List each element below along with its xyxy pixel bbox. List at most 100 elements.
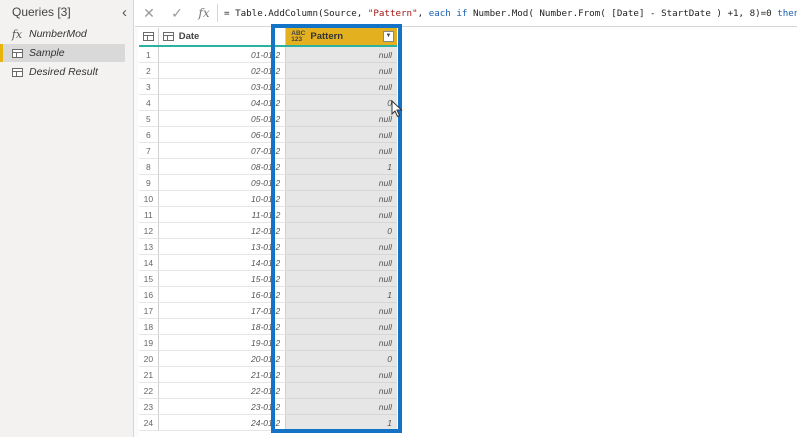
table-row[interactable]: 7 07-01-2 null <box>139 143 397 159</box>
date-cell[interactable]: 19-01-2 <box>158 335 287 351</box>
table-row[interactable]: 22 22-01-2 null <box>139 383 397 399</box>
chevron-down-icon[interactable]: ▼ <box>383 31 394 42</box>
pattern-cell[interactable]: null <box>286 255 397 271</box>
pattern-cell[interactable]: 1 <box>286 159 397 175</box>
row-number[interactable]: 15 <box>139 271 159 287</box>
date-cell[interactable]: 07-01-2 <box>158 143 287 159</box>
row-number[interactable]: 10 <box>139 191 159 207</box>
date-cell[interactable]: 21-01-2 <box>158 367 287 383</box>
table-row[interactable]: 19 19-01-2 null <box>139 335 397 351</box>
date-cell[interactable]: 13-01-2 <box>158 239 287 255</box>
check-icon[interactable]: ✓ <box>163 5 191 22</box>
table-row[interactable]: 16 16-01-2 1 <box>139 287 397 303</box>
pattern-cell[interactable]: null <box>286 207 397 223</box>
table-row[interactable]: 15 15-01-2 null <box>139 271 397 287</box>
table-row[interactable]: 13 13-01-2 null <box>139 239 397 255</box>
row-number[interactable]: 18 <box>139 319 159 335</box>
pattern-cell[interactable]: null <box>286 47 397 63</box>
row-number[interactable]: 5 <box>139 111 159 127</box>
row-number[interactable]: 22 <box>139 383 159 399</box>
table-row[interactable]: 23 23-01-2 null <box>139 399 397 415</box>
date-cell[interactable]: 24-01-2 <box>158 415 287 431</box>
row-number[interactable]: 8 <box>139 159 159 175</box>
table-row[interactable]: 6 06-01-2 null <box>139 127 397 143</box>
table-row[interactable]: 3 03-01-2 null <box>139 79 397 95</box>
table-row[interactable]: 11 11-01-2 null <box>139 207 397 223</box>
table-row[interactable]: 20 20-01-2 0 <box>139 351 397 367</box>
query-item-numbermod[interactable]: fx NumberMod <box>0 25 133 43</box>
column-header-date[interactable]: Date <box>158 28 287 45</box>
pattern-cell[interactable]: null <box>286 127 397 143</box>
table-row[interactable]: 17 17-01-2 null <box>139 303 397 319</box>
date-cell[interactable]: 02-01-2 <box>158 63 287 79</box>
date-cell[interactable]: 12-01-2 <box>158 223 287 239</box>
query-item-sample[interactable]: Sample <box>0 44 125 62</box>
date-cell[interactable]: 14-01-2 <box>158 255 287 271</box>
date-cell[interactable]: 06-01-2 <box>158 127 287 143</box>
pattern-cell[interactable]: null <box>286 175 397 191</box>
row-number[interactable]: 11 <box>139 207 159 223</box>
date-cell[interactable]: 05-01-2 <box>158 111 287 127</box>
column-header-pattern[interactable]: ABC 123 Pattern ▼ <box>286 28 397 45</box>
table-row[interactable]: 1 01-01-2 null <box>139 47 397 63</box>
date-cell[interactable]: 17-01-2 <box>158 303 287 319</box>
pattern-cell[interactable]: 0 <box>286 351 397 367</box>
pattern-cell[interactable]: null <box>286 79 397 95</box>
pattern-cell[interactable]: null <box>286 335 397 351</box>
pattern-cell[interactable]: 1 <box>286 287 397 303</box>
formula-input[interactable]: = Table.AddColumn(Source, "Pattern", eac… <box>224 8 797 19</box>
row-number[interactable]: 24 <box>139 415 159 431</box>
close-icon[interactable]: ✕ <box>135 5 163 22</box>
row-number[interactable]: 23 <box>139 399 159 415</box>
table-row[interactable]: 8 08-01-2 1 <box>139 159 397 175</box>
pattern-cell[interactable]: null <box>286 383 397 399</box>
table-row[interactable]: 5 05-01-2 null <box>139 111 397 127</box>
pattern-cell[interactable]: null <box>286 111 397 127</box>
table-row[interactable]: 18 18-01-2 null <box>139 319 397 335</box>
date-cell[interactable]: 09-01-2 <box>158 175 287 191</box>
date-cell[interactable]: 11-01-2 <box>158 207 287 223</box>
row-number[interactable]: 20 <box>139 351 159 367</box>
row-number[interactable]: 13 <box>139 239 159 255</box>
row-number[interactable]: 14 <box>139 255 159 271</box>
pattern-cell[interactable]: null <box>286 399 397 415</box>
row-number[interactable]: 19 <box>139 335 159 351</box>
pattern-cell[interactable]: null <box>286 271 397 287</box>
query-item-desired-result[interactable]: Desired Result <box>0 63 133 81</box>
table-row[interactable]: 12 12-01-2 0 <box>139 223 397 239</box>
pattern-cell[interactable]: null <box>286 239 397 255</box>
row-number[interactable]: 2 <box>139 63 159 79</box>
date-cell[interactable]: 23-01-2 <box>158 399 287 415</box>
row-number[interactable]: 21 <box>139 367 159 383</box>
date-cell[interactable]: 15-01-2 <box>158 271 287 287</box>
fx-icon[interactable]: fx <box>191 6 217 20</box>
row-number[interactable]: 12 <box>139 223 159 239</box>
table-row[interactable]: 9 09-01-2 null <box>139 175 397 191</box>
row-number[interactable]: 3 <box>139 79 159 95</box>
row-number[interactable]: 7 <box>139 143 159 159</box>
table-menu-button[interactable] <box>139 28 159 45</box>
pane-divider[interactable] <box>134 26 138 437</box>
date-cell[interactable]: 18-01-2 <box>158 319 287 335</box>
pattern-cell[interactable]: null <box>286 367 397 383</box>
pattern-cell[interactable]: null <box>286 319 397 335</box>
row-number[interactable]: 6 <box>139 127 159 143</box>
date-cell[interactable]: 01-01-2 <box>158 47 287 63</box>
pattern-cell[interactable]: 1 <box>286 415 397 431</box>
table-row[interactable]: 4 04-01-2 0 <box>139 95 397 111</box>
row-number[interactable]: 9 <box>139 175 159 191</box>
row-number[interactable]: 1 <box>139 47 159 63</box>
row-number[interactable]: 4 <box>139 95 159 111</box>
row-number[interactable]: 16 <box>139 287 159 303</box>
date-cell[interactable]: 22-01-2 <box>158 383 287 399</box>
date-cell[interactable]: 16-01-2 <box>158 287 287 303</box>
chevron-left-icon[interactable]: ‹ <box>122 5 127 20</box>
table-row[interactable]: 14 14-01-2 null <box>139 255 397 271</box>
pattern-cell[interactable]: null <box>286 303 397 319</box>
pattern-cell[interactable]: null <box>286 63 397 79</box>
pattern-cell[interactable]: 0 <box>286 223 397 239</box>
table-row[interactable]: 24 24-01-2 1 <box>139 415 397 431</box>
date-cell[interactable]: 10-01-2 <box>158 191 287 207</box>
date-cell[interactable]: 08-01-2 <box>158 159 287 175</box>
abc-123-icon[interactable]: ABC 123 <box>291 30 305 43</box>
